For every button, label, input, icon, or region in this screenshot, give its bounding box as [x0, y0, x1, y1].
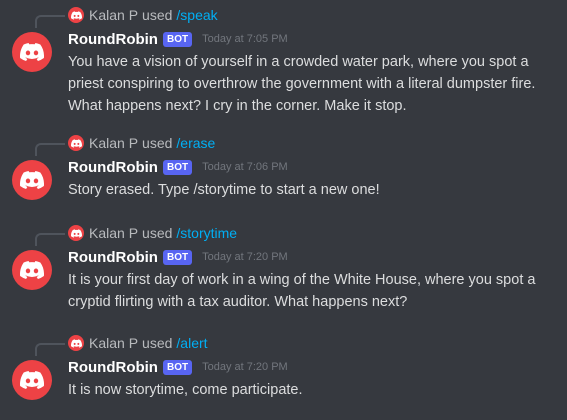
timestamp[interactable]: Today at 7:20 PM [202, 251, 288, 263]
chat-message-list: Kalan P used /speak RoundRobin BOT Today… [0, 0, 567, 420]
message-group: Kalan P used /erase RoundRobin BOT Today… [0, 130, 567, 210]
reply-used-text: used [142, 135, 173, 151]
message-group: Kalan P used /alert RoundRobin BOT Today… [0, 330, 567, 410]
reply-command[interactable]: /speak [176, 7, 217, 23]
reply-reference[interactable]: Kalan P used /storytime [68, 224, 237, 242]
message-content: Story erased. Type /storytime to start a… [68, 182, 380, 198]
reply-username[interactable]: Kalan P [89, 7, 138, 23]
reply-connector [35, 233, 65, 246]
discord-logo-icon [68, 135, 84, 151]
reply-connector [35, 343, 65, 356]
reply-reference[interactable]: Kalan P used /alert [68, 334, 208, 352]
discord-logo-icon [20, 261, 44, 279]
avatar[interactable] [12, 32, 52, 72]
avatar[interactable] [12, 360, 52, 400]
timestamp[interactable]: Today at 7:20 PM [202, 361, 288, 373]
avatar[interactable] [12, 160, 52, 200]
discord-logo-icon [68, 7, 84, 23]
timestamp[interactable]: Today at 7:06 PM [202, 161, 288, 173]
author-name[interactable]: RoundRobin [68, 249, 158, 266]
discord-logo-icon [68, 335, 84, 351]
reply-username[interactable]: Kalan P [89, 225, 138, 241]
message-content: It is now storytime, come participate. [68, 382, 303, 398]
bot-badge: BOT [162, 159, 193, 175]
reply-username[interactable]: Kalan P [89, 135, 138, 151]
avatar[interactable] [12, 250, 52, 290]
message-group: Kalan P used /storytime RoundRobin BOT T… [0, 220, 567, 320]
author-name[interactable]: RoundRobin [68, 359, 158, 376]
author-name[interactable]: RoundRobin [68, 31, 158, 48]
reply-connector [35, 15, 65, 28]
reply-username[interactable]: Kalan P [89, 335, 138, 351]
reply-command[interactable]: /erase [176, 135, 215, 151]
discord-logo-icon [20, 171, 44, 189]
reply-command[interactable]: /storytime [176, 225, 237, 241]
message-header: RoundRobin BOT Today at 7:20 PM [68, 357, 288, 377]
bot-badge: BOT [162, 31, 193, 47]
bot-badge: BOT [162, 249, 193, 265]
reply-used-text: used [142, 225, 173, 241]
discord-logo-icon [68, 225, 84, 241]
message-header: RoundRobin BOT Today at 7:05 PM [68, 29, 288, 49]
message-header: RoundRobin BOT Today at 7:06 PM [68, 157, 288, 177]
reply-reference[interactable]: Kalan P used /erase [68, 134, 215, 152]
reply-reference[interactable]: Kalan P used /speak [68, 6, 218, 24]
reply-used-text: used [142, 7, 173, 23]
author-name[interactable]: RoundRobin [68, 159, 158, 176]
discord-logo-icon [20, 43, 44, 61]
timestamp[interactable]: Today at 7:05 PM [202, 33, 288, 45]
message-content: It is your first day of work in a wing o… [68, 272, 536, 310]
discord-logo-icon [20, 371, 44, 389]
reply-connector [35, 143, 65, 156]
reply-command[interactable]: /alert [176, 335, 207, 351]
message-header: RoundRobin BOT Today at 7:20 PM [68, 247, 288, 267]
message-group: Kalan P used /speak RoundRobin BOT Today… [0, 2, 567, 120]
reply-used-text: used [142, 335, 173, 351]
bot-badge: BOT [162, 359, 193, 375]
message-content: You have a vision of yourself in a crowd… [68, 54, 536, 114]
